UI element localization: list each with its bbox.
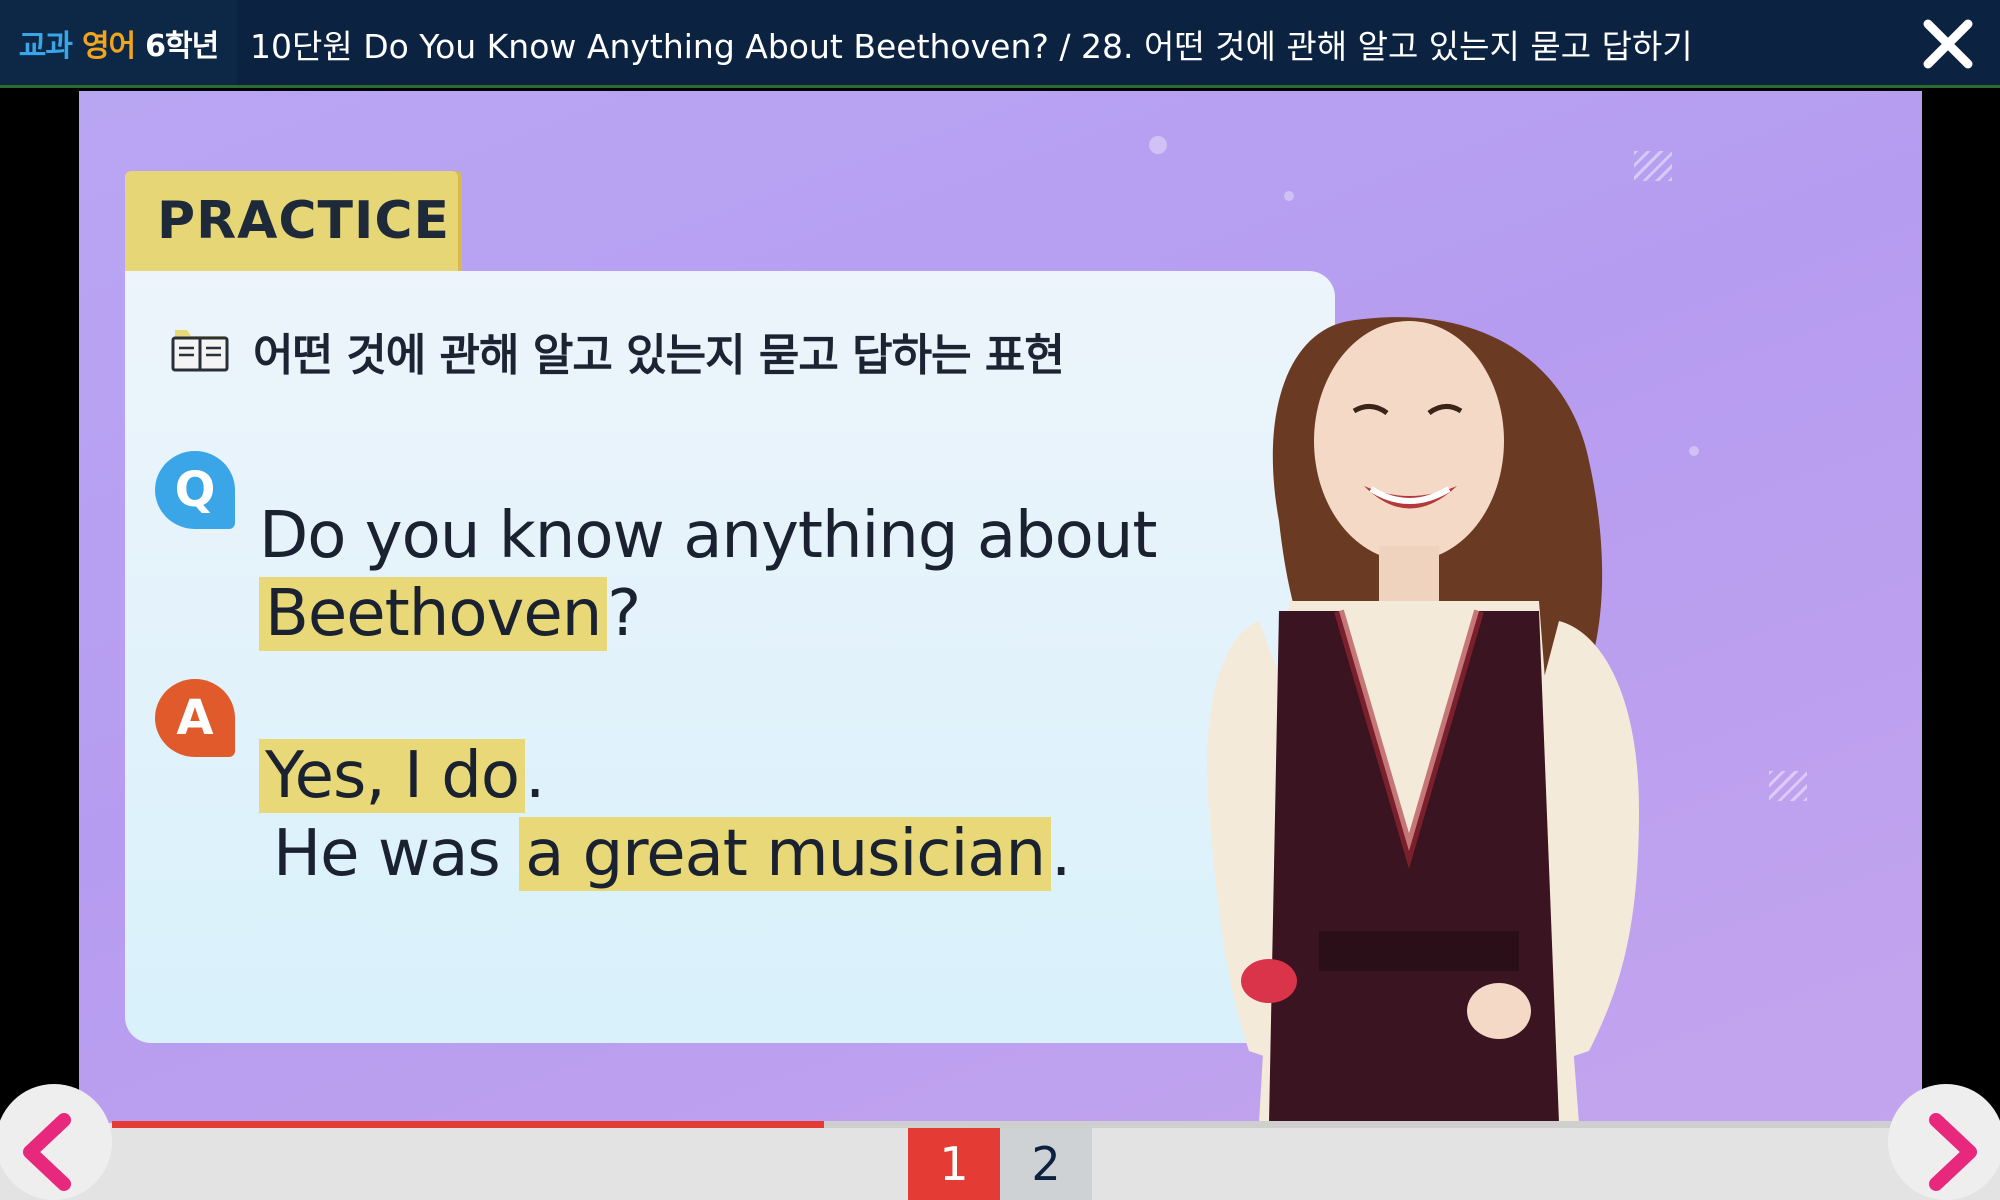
- decor-stripes: [1634, 151, 1672, 181]
- decor-stripes: [1769, 771, 1807, 801]
- presenter-teacher: [1207, 317, 1639, 1123]
- next-button[interactable]: [1888, 1084, 2000, 1200]
- answer-line-2: He was a great musician.: [273, 817, 1071, 891]
- video-player[interactable]: PRACTICE 어떤 것에 관해 알고 있는지 묻고 답하는 표현 Q Do …: [79, 91, 1922, 1123]
- question-mark: ?: [607, 577, 641, 651]
- title-bar: 교과 영어 6학년 10단원 Do You Know Anything Abou…: [0, 0, 2000, 88]
- page-button-2[interactable]: 2: [1000, 1128, 1092, 1200]
- decor-dot: [1149, 136, 1167, 154]
- progress-bar[interactable]: [112, 1121, 1892, 1128]
- lesson-title: 10단원 Do You Know Anything About Beethove…: [250, 27, 1693, 66]
- practice-tab: PRACTICE: [125, 171, 458, 271]
- card-heading: 어떤 것에 관해 알고 있는지 묻고 답하는 표현: [169, 321, 1065, 381]
- previous-button[interactable]: [0, 1084, 112, 1200]
- chevron-left-icon: [23, 1113, 71, 1191]
- answer-badge: A: [155, 679, 235, 757]
- close-button[interactable]: [1922, 18, 1974, 70]
- close-icon: [1923, 19, 1973, 69]
- brand-part-english: 영어: [81, 28, 136, 64]
- progress-fill: [112, 1121, 824, 1128]
- question-line-2: Beethoven?: [259, 577, 641, 651]
- brand-logo: 교과 영어 6학년: [0, 0, 237, 85]
- page-button-1[interactable]: 1: [908, 1128, 1000, 1200]
- highlight-yes-i-do: Yes, I do: [259, 739, 525, 813]
- decor-dot: [1284, 191, 1294, 201]
- answer-line-1-period: .: [525, 739, 545, 813]
- answer-line-1: Yes, I do.: [259, 739, 545, 813]
- brand-part-subject: 교과: [18, 28, 73, 64]
- highlight-beethoven: Beethoven: [259, 577, 608, 651]
- highlight-great-musician: a great musician: [519, 817, 1051, 891]
- question-badge: Q: [155, 451, 235, 529]
- answer-line-2-period: .: [1051, 817, 1071, 891]
- card-heading-text: 어떤 것에 관해 알고 있는지 묻고 답하는 표현: [253, 330, 1065, 381]
- answer-line-2-plain: He was: [273, 817, 520, 891]
- book-icon: [171, 330, 229, 372]
- brand-part-grade: 6학년: [145, 28, 219, 64]
- question-line-1: Do you know anything about: [259, 499, 1157, 573]
- chevron-right-icon: [1929, 1113, 1977, 1191]
